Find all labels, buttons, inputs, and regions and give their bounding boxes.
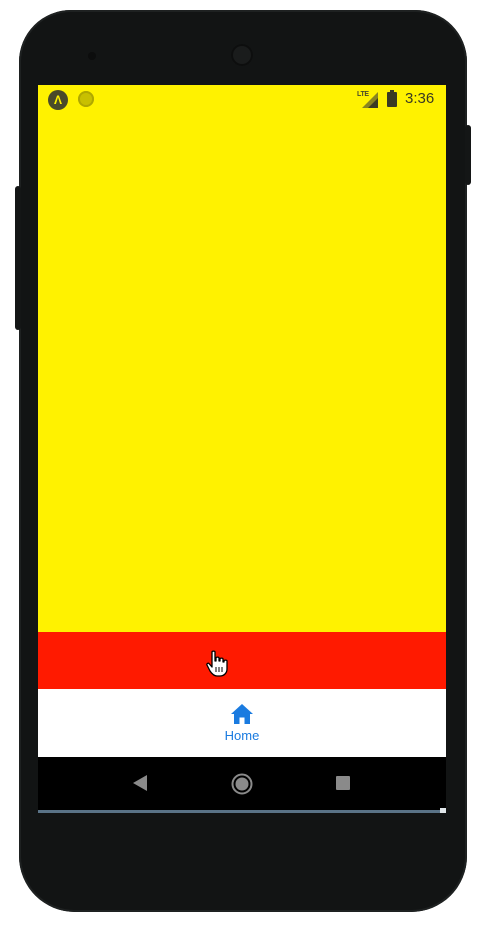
back-triangle-icon[interactable] bbox=[132, 774, 148, 792]
android-nav-bar bbox=[38, 757, 446, 810]
signal-icon bbox=[362, 92, 378, 108]
hand-pointer-icon bbox=[206, 650, 228, 677]
battery-icon bbox=[387, 90, 397, 107]
earpiece-speaker bbox=[231, 44, 253, 66]
screen-bottom-edge bbox=[38, 810, 446, 813]
volume-button bbox=[15, 186, 21, 330]
tab-home-label: Home bbox=[224, 728, 260, 743]
tab-home[interactable]: Home bbox=[192, 697, 292, 753]
dot-notification-icon bbox=[78, 91, 94, 107]
front-camera bbox=[88, 52, 96, 60]
circle-home-icon[interactable] bbox=[231, 773, 253, 795]
phone-screen: Λ LTE 3:36 Home bbox=[38, 85, 446, 810]
bottom-tab-bar: Home bbox=[38, 689, 446, 757]
red-bar[interactable] bbox=[38, 632, 446, 689]
status-clock: 3:36 bbox=[405, 90, 435, 107]
square-recents-icon[interactable] bbox=[336, 776, 350, 790]
app-notification-icon: Λ bbox=[48, 90, 68, 110]
screen-bottom-edge-end bbox=[440, 808, 446, 813]
home-icon bbox=[231, 704, 253, 724]
power-button bbox=[465, 125, 471, 185]
status-bar: Λ LTE 3:36 bbox=[38, 85, 446, 113]
